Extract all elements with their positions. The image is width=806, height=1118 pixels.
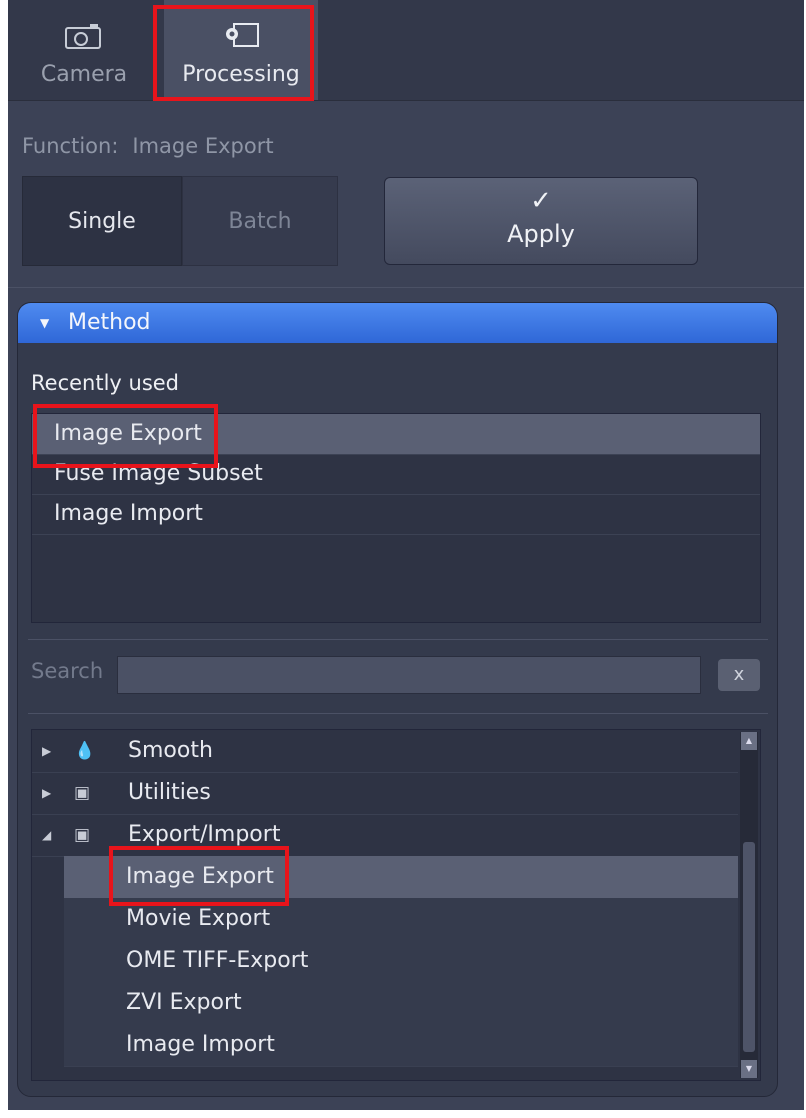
divider [8, 287, 804, 288]
divider [28, 639, 768, 640]
tree-item-label: OME TIFF-Export [126, 948, 309, 973]
tree-item[interactable]: OME TIFF-Export [64, 940, 738, 983]
tree-group-label: Utilities [128, 780, 211, 805]
expand-arrow-icon[interactable]: ▶ [42, 772, 51, 814]
search-input[interactable] [117, 656, 701, 694]
tree-group-label: Export/Import [128, 822, 281, 847]
tree-item-label: Image Export [126, 864, 274, 889]
tree-item-label: Image Import [126, 1032, 275, 1057]
batch-mode-button[interactable]: Batch [182, 176, 338, 266]
scroll-up-icon[interactable]: ▲ [741, 732, 757, 750]
search-label: Search [31, 659, 104, 683]
gear-image-icon [226, 23, 259, 47]
single-mode-button[interactable]: Single [22, 176, 182, 266]
method-header-label: Method [68, 310, 151, 335]
expand-arrow-icon[interactable]: ▶ [42, 730, 51, 772]
droplet-icon: 💧 [74, 741, 96, 761]
scroll-thumb[interactable] [743, 842, 755, 1052]
tab-processing[interactable]: Processing [164, 0, 318, 100]
scroll-down-icon[interactable]: ▼ [741, 1060, 757, 1078]
apply-button[interactable]: ✓ Apply [384, 177, 698, 265]
clear-search-button[interactable]: x [718, 659, 760, 691]
tab-camera-label: Camera [40, 62, 128, 87]
tab-processing-label: Processing [182, 62, 300, 87]
function-label: Function: [22, 134, 119, 158]
tree-group-utilities[interactable]: ▶ ▣ Utilities [32, 772, 738, 815]
recent-item[interactable]: Fuse Image Subset [32, 454, 760, 495]
tree-scrollbar[interactable]: ▲ ▼ [740, 732, 758, 1078]
tree-item[interactable]: ZVI Export [64, 982, 738, 1025]
divider [28, 713, 768, 714]
toolbox-icon: ▣ [74, 783, 91, 803]
tree-group-smooth[interactable]: ▶ 💧 Smooth [32, 730, 738, 773]
tree-item-label: ZVI Export [126, 990, 242, 1015]
function-tree: ▶ 💧 Smooth ▶ ▣ Utilities ◢ ▣ Export/Impo… [31, 729, 761, 1081]
tab-camera[interactable]: Camera [28, 0, 140, 100]
tree-item-label: Movie Export [126, 906, 271, 931]
collapse-arrow-icon[interactable]: ◢ [42, 814, 51, 856]
camera-icon [65, 24, 101, 49]
collapse-arrow-icon: ▼ [40, 316, 50, 330]
tree-item[interactable]: Movie Export [64, 898, 738, 941]
tree-group-export-import[interactable]: ◢ ▣ Export/Import [32, 814, 738, 857]
toolbox-icon: ▣ [74, 825, 91, 845]
recent-item[interactable]: Image Export [32, 414, 760, 455]
method-section: ▼ Method Recently used Image Export Fuse… [17, 302, 778, 1097]
tree-group-label: Smooth [128, 738, 213, 763]
method-header[interactable]: ▼ Method [18, 303, 777, 343]
tree-item[interactable]: Image Import [64, 1024, 738, 1067]
function-line: Function: Image Export [22, 134, 274, 158]
recent-list: Image Export Fuse Image Subset Image Imp… [31, 413, 761, 623]
tab-bar: Camera Processing [8, 0, 804, 101]
apply-label: Apply [507, 220, 575, 248]
function-value: Image Export [132, 134, 274, 158]
recently-used-label: Recently used [31, 371, 180, 395]
recent-item[interactable]: Image Import [32, 494, 760, 535]
tree-item[interactable]: Image Export [64, 856, 738, 899]
checkmark-icon: ✓ [530, 186, 552, 216]
